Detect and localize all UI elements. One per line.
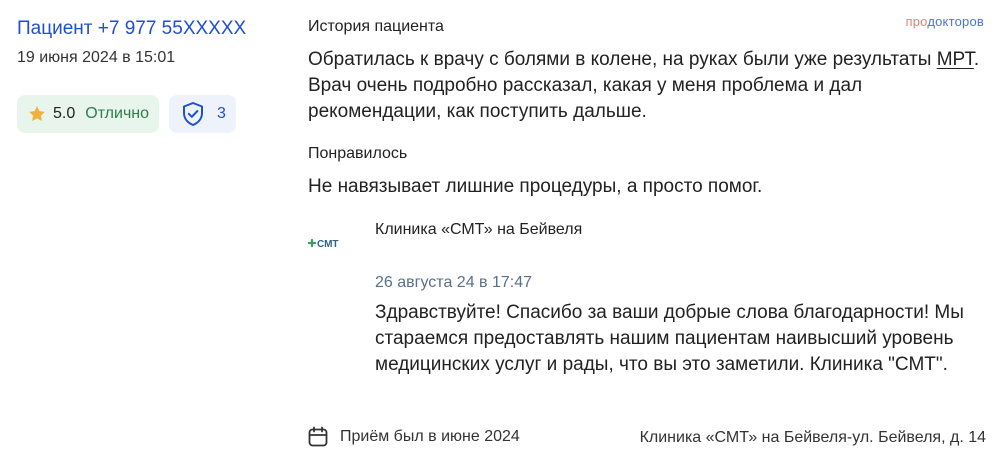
logo-part-doctorov: докторов: [927, 14, 984, 29]
mrt-link[interactable]: МРТ: [937, 49, 974, 70]
patient-name[interactable]: Пациент +7 977 55XXXXX: [17, 18, 246, 40]
visit-date: Приём был в июне 2024: [340, 428, 520, 445]
liked-title: Понравилось: [308, 145, 408, 162]
clinic-logo-icon: СМТ: [307, 238, 339, 250]
rating-label: Отлично: [85, 105, 150, 122]
clinic-logo: СМТ: [306, 236, 362, 250]
clinic-name: Клиника «СМТ» на Бейвеля: [375, 221, 583, 238]
shield-check-icon: [183, 102, 204, 126]
liked-text: Не навязывает лишние процедуры, а просто…: [308, 176, 763, 197]
verify-count: 3: [217, 105, 226, 122]
star-icon: [29, 106, 45, 122]
rating-value: 5.0: [53, 105, 76, 122]
rating-badge: 5.0 Отлично: [17, 95, 160, 133]
reply-text: Здравствуйте! Спасибо за ваши добрые сло…: [375, 302, 964, 375]
logo-part-pro: про: [905, 14, 928, 29]
prodoctorov-logo[interactable]: продокторов: [906, 14, 984, 29]
verify-badge[interactable]: 3: [169, 95, 236, 133]
review-date: 19 июня 2024 в 15:01: [17, 49, 176, 66]
reply-date: 26 августа 24 в 17:47: [375, 274, 533, 291]
calendar-icon: [308, 426, 328, 447]
clinic-address[interactable]: Клиника «СМТ» на Бейвеля-ул. Бейвеля, д.…: [640, 429, 986, 447]
badges: 5.0 Отлично 3: [17, 95, 236, 133]
clinic-logo-text: СМТ: [317, 239, 339, 250]
history-text-start: Обратилась к врачу с болями в колене, на…: [308, 49, 937, 70]
visit-info: Приём был в июне 2024: [308, 426, 520, 448]
history-title: История пациента: [308, 18, 444, 35]
history-text: Обратилась к врачу с болями в колене, на…: [308, 47, 988, 125]
